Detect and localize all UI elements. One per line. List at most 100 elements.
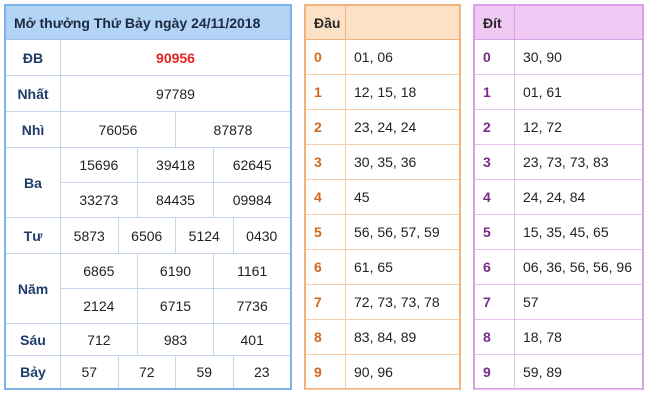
dau-header-label: Đầu <box>306 6 346 39</box>
prize-value: 72 <box>119 356 176 388</box>
dau-digit: 1 <box>306 75 346 109</box>
dau-row: 9 90, 96 <box>306 355 459 390</box>
prize-label: Nhì <box>6 112 61 147</box>
prize-value: 39418 <box>138 148 215 182</box>
dit-table: Đít 0 30, 90 1 01, 61 2 12, 72 3 23, 73, 73, 83… <box>473 4 644 390</box>
dit-numbers: 06, 36, 56, 56, 96 <box>523 259 632 275</box>
dau-digit: 8 <box>306 320 346 354</box>
prize-value: 97789 <box>156 85 195 102</box>
special-prize-value: 90956 <box>156 49 195 66</box>
dit-digit: 8 <box>475 320 515 354</box>
prize-value: 23 <box>253 364 270 380</box>
prize-value: 57 <box>61 356 119 388</box>
dit-digit: 6 <box>475 250 515 284</box>
dau-row: 3 30, 35, 36 <box>306 145 459 180</box>
dit-digit: 3 <box>475 145 515 179</box>
prize-label: ĐB <box>6 40 61 75</box>
dau-digit: 4 <box>306 180 346 214</box>
prize-value: 59 <box>176 356 234 388</box>
dit-digit: 2 <box>475 110 515 144</box>
prize-value: 1161 <box>237 263 268 279</box>
prize-row-sau: Sáu 712 983 401 <box>6 324 290 356</box>
dau-numbers: 72, 73, 73, 78 <box>354 294 440 310</box>
prize-row-db: ĐB 90956 <box>6 40 290 76</box>
dit-numbers: 15, 35, 45, 65 <box>523 224 609 240</box>
dit-row: 6 06, 36, 56, 56, 96 <box>475 250 642 285</box>
prize-row-tu: Tư 5873 6506 5124 0430 <box>6 218 290 254</box>
dau-digit: 9 <box>306 355 346 389</box>
prize-row-bay: Bảy 57 72 59 23 <box>6 356 290 388</box>
dau-row: 5 56, 56, 57, 59 <box>306 215 459 250</box>
dit-row: 4 24, 24, 84 <box>475 180 642 215</box>
prize-value: 983 <box>138 324 215 355</box>
dit-numbers: 24, 24, 84 <box>523 189 586 205</box>
prize-value: 76056 <box>61 112 176 147</box>
prize-value: 2124 <box>61 289 138 323</box>
dit-numbers: 57 <box>523 294 539 310</box>
dit-numbers: 30, 90 <box>523 49 562 65</box>
dau-row: 4 45 <box>306 180 459 215</box>
dau-header: Đầu <box>306 6 459 40</box>
dau-digit: 5 <box>306 215 346 249</box>
dau-row: 6 61, 65 <box>306 250 459 285</box>
prize-value: 33273 <box>61 183 138 217</box>
prize-label: Năm <box>6 254 61 323</box>
prize-value: 401 <box>240 331 264 348</box>
dit-header-label: Đít <box>475 6 515 39</box>
dit-numbers: 18, 78 <box>523 329 562 345</box>
dit-row: 1 01, 61 <box>475 75 642 110</box>
dit-digit: 9 <box>475 355 515 389</box>
prize-value: 15696 <box>61 148 138 182</box>
prize-value: 09984 <box>232 192 272 208</box>
dit-header: Đít <box>475 6 642 40</box>
prize-row-nhi: Nhì 76056 87878 <box>6 112 290 148</box>
prize-label: Nhất <box>6 76 61 111</box>
results-table: Mở thưởng Thứ Bảy ngày 24/11/2018 ĐB 909… <box>4 4 292 390</box>
results-title: Mở thưởng Thứ Bảy ngày 24/11/2018 <box>6 6 290 40</box>
dit-digit: 7 <box>475 285 515 319</box>
dit-row: 8 18, 78 <box>475 320 642 355</box>
prize-value: 7736 <box>236 298 268 314</box>
dau-digit: 6 <box>306 250 346 284</box>
prize-value: 6715 <box>138 289 215 323</box>
prize-value: 87878 <box>213 121 253 138</box>
prize-row-ba: Ba 15696 39418 62645 33273 84435 09984 <box>6 148 290 218</box>
dit-numbers: 01, 61 <box>523 84 562 100</box>
dit-digit: 4 <box>475 180 515 214</box>
dau-digit: 0 <box>306 40 346 74</box>
dau-numbers: 30, 35, 36 <box>354 154 417 170</box>
prize-label: Sáu <box>6 324 61 355</box>
dau-numbers: 45 <box>354 189 370 205</box>
prize-value: 6190 <box>138 254 215 288</box>
dau-digit: 3 <box>306 145 346 179</box>
dau-numbers: 56, 56, 57, 59 <box>354 224 440 240</box>
prize-value: 84435 <box>138 183 215 217</box>
dau-table: Đầu 0 01, 06 1 12, 15, 18 2 23, 24, 24 3 30, 35… <box>304 4 461 390</box>
dau-digit: 7 <box>306 285 346 319</box>
prize-value: 5873 <box>61 218 119 253</box>
prize-label: Bảy <box>6 356 61 388</box>
dau-numbers: 90, 96 <box>354 364 393 380</box>
dit-row: 3 23, 73, 73, 83 <box>475 145 642 180</box>
prize-label: Tư <box>6 218 61 253</box>
prize-value: 5124 <box>176 218 234 253</box>
prize-value: 62645 <box>232 157 272 173</box>
dau-numbers: 61, 65 <box>354 259 393 275</box>
dau-digit: 2 <box>306 110 346 144</box>
dau-row: 1 12, 15, 18 <box>306 75 459 110</box>
prize-row-nhat: Nhất 97789 <box>6 76 290 112</box>
dau-numbers: 83, 84, 89 <box>354 329 417 345</box>
dit-row: 0 30, 90 <box>475 40 642 75</box>
dit-row: 7 57 <box>475 285 642 320</box>
dau-numbers: 23, 24, 24 <box>354 119 417 135</box>
dit-digit: 0 <box>475 40 515 74</box>
dau-row: 2 23, 24, 24 <box>306 110 459 145</box>
prize-value: 712 <box>61 324 138 355</box>
dau-row: 7 72, 73, 73, 78 <box>306 285 459 320</box>
dau-numbers: 12, 15, 18 <box>354 84 417 100</box>
prize-label: Ba <box>6 148 61 217</box>
prize-value: 6506 <box>119 218 176 253</box>
dau-numbers: 01, 06 <box>354 49 393 65</box>
prize-value: 6865 <box>61 254 138 288</box>
dit-row: 5 15, 35, 45, 65 <box>475 215 642 250</box>
